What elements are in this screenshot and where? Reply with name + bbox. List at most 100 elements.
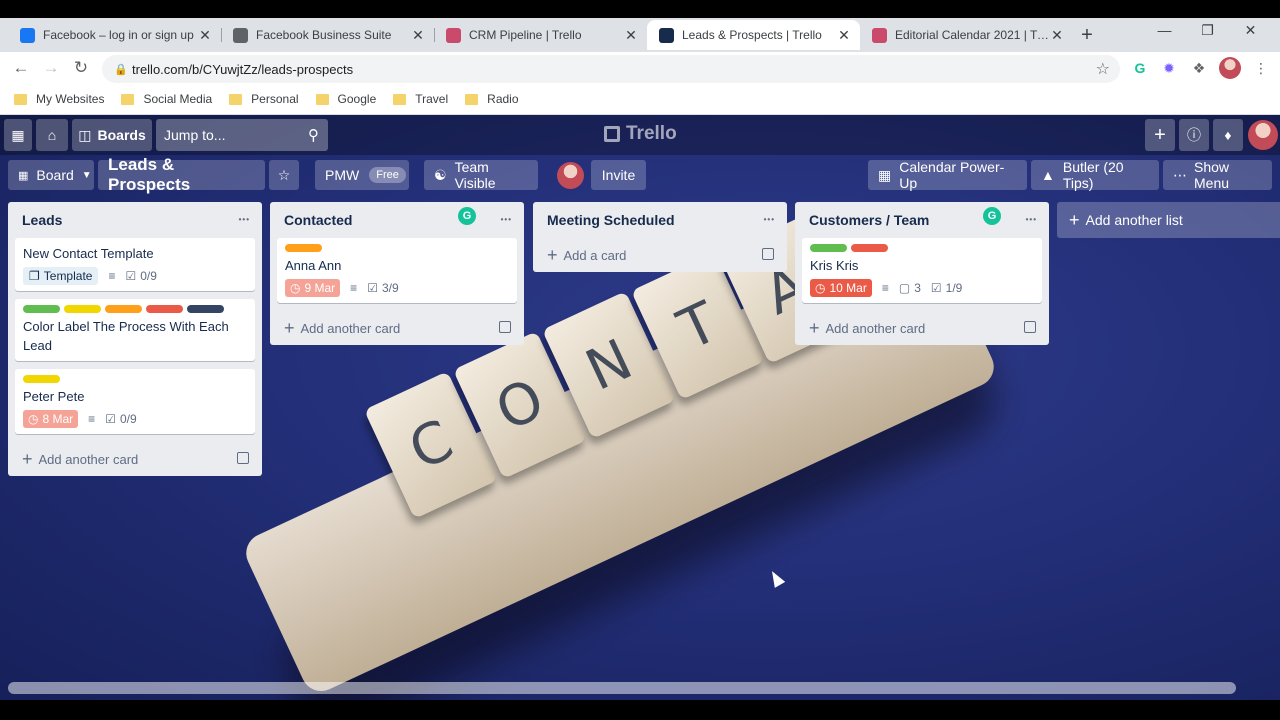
close-tab-icon[interactable]: ✕ [623, 27, 639, 44]
list-header[interactable]: Meeting Scheduled ••• [533, 202, 787, 238]
restore-icon[interactable]: ❐ [1186, 22, 1229, 39]
browser-tab-0[interactable]: Facebook – log in or sign up ✕ [8, 20, 221, 50]
browser-tab-3[interactable]: Leads & Prospects | Trello ✕ [647, 20, 860, 50]
board-horizontal-scrollbar[interactable] [8, 682, 1236, 694]
bookmark-folder[interactable]: Radio [465, 92, 519, 106]
list-header[interactable]: Customers / Team ••• G [795, 202, 1049, 238]
puzzle-icon[interactable]: ❖ [1188, 57, 1210, 79]
card-label[interactable] [187, 305, 224, 313]
back-icon[interactable]: ← [6, 58, 36, 78]
list-card[interactable]: Color Label The Process With Each Lead [15, 299, 255, 361]
jump-to-search[interactable]: Jump to... ⚲ [156, 119, 328, 151]
star-board-icon[interactable]: ☆ [269, 160, 299, 190]
create-from-template-icon[interactable] [1024, 321, 1036, 333]
list-menu-icon[interactable]: ••• [1026, 215, 1037, 224]
add-card-button[interactable]: + Add a card [533, 238, 787, 272]
browser-tab-4[interactable]: Editorial Calendar 2021 | Trello ✕ [860, 20, 1073, 50]
team-plan-badge: Free [369, 167, 406, 183]
member-avatar[interactable] [1248, 120, 1278, 150]
add-card-button[interactable]: + Add another card [795, 311, 1049, 345]
board-view-switcher[interactable]: ▦ Board ▼ [8, 160, 94, 190]
list-title[interactable]: Contacted [284, 212, 352, 228]
card-label[interactable] [810, 244, 847, 252]
folder-icon [465, 93, 479, 105]
invite-button[interactable]: Invite [591, 160, 646, 190]
close-tab-icon[interactable]: ✕ [1049, 27, 1065, 44]
create-plus-icon[interactable]: + [1145, 119, 1175, 151]
card-label[interactable] [64, 305, 101, 313]
more-dots-icon: ⋯ [1173, 166, 1187, 183]
apps-grid-icon[interactable]: ▦ [4, 119, 32, 151]
home-icon[interactable]: ⌂ [36, 119, 68, 151]
plus-icon: + [809, 317, 820, 338]
list-header[interactable]: Contacted ••• G [270, 202, 524, 238]
add-card-button[interactable]: + Add another card [270, 311, 524, 345]
card-labels [810, 244, 1034, 252]
bookmark-folder[interactable]: Personal [229, 92, 299, 106]
template-badge: ❐ Template [23, 267, 99, 285]
list-card[interactable]: New Contact Template ❐ Template ≡ ☑ 0/9 [15, 238, 255, 291]
list-title[interactable]: Meeting Scheduled [547, 212, 675, 228]
list-header[interactable]: Leads ••• [8, 202, 262, 238]
bookmark-folder[interactable]: My Websites [14, 92, 104, 106]
list-card[interactable]: Anna Ann ◷ 9 Mar ≡ ☑ 3/9 [277, 238, 517, 303]
team-name: PMW [325, 167, 360, 183]
folder-icon [315, 93, 329, 105]
profile-avatar[interactable] [1219, 57, 1241, 79]
browser-tab-1[interactable]: Facebook Business Suite ✕ [221, 20, 434, 50]
due-date-badge[interactable]: ◷ 10 Mar [810, 279, 872, 297]
kebab-menu-icon[interactable]: ⋮ [1250, 57, 1272, 79]
bookmark-folder[interactable]: Social Media [121, 92, 212, 106]
close-tab-icon[interactable]: ✕ [410, 27, 426, 44]
info-icon[interactable]: ⓘ [1179, 119, 1209, 151]
butler-button[interactable]: ▲ Butler (20 Tips) [1031, 159, 1159, 191]
bookmark-folder[interactable]: Google [315, 92, 376, 106]
add-list-button[interactable]: + Add another list [1057, 202, 1280, 238]
board-member-avatar[interactable] [557, 162, 584, 189]
list-card[interactable]: Peter Pete ◷ 8 Mar ≡ ☑ 0/9 [15, 369, 255, 434]
add-card-button[interactable]: + Add another card [8, 442, 262, 476]
list-menu-icon[interactable]: ••• [764, 215, 775, 224]
card-label[interactable] [146, 305, 183, 313]
show-menu-button[interactable]: ⋯ Show Menu [1163, 159, 1272, 191]
grammarly-icon[interactable]: G [458, 207, 476, 225]
close-window-icon[interactable]: ✕ [1229, 22, 1272, 39]
boards-button[interactable]: ◫ Boards [72, 119, 152, 151]
grammarly-extension-icon[interactable]: G [1129, 57, 1151, 79]
visibility-button[interactable]: ☯ Team Visible [424, 159, 538, 191]
reload-icon[interactable]: ↻ [66, 58, 96, 78]
notifications-bell-icon[interactable]: ♦ [1213, 119, 1243, 151]
list-menu-icon[interactable]: ••• [239, 215, 250, 224]
due-date-badge[interactable]: ◷ 8 Mar [23, 410, 79, 428]
close-tab-icon[interactable]: ✕ [197, 27, 213, 44]
minimize-icon[interactable]: — [1143, 22, 1186, 39]
list-card[interactable]: Kris Kris ◷ 10 Mar ≡ ▢ 3 ☑ 1/9 [802, 238, 1042, 303]
grammarly-icon[interactable]: G [983, 207, 1001, 225]
list-menu-icon[interactable]: ••• [501, 215, 512, 224]
card-label[interactable] [105, 305, 142, 313]
new-tab-icon[interactable]: + [1073, 20, 1101, 50]
browser-tab-2[interactable]: CRM Pipeline | Trello ✕ [434, 20, 647, 50]
card-badges: ◷ 8 Mar ≡ ☑ 0/9 [23, 410, 247, 428]
close-tab-icon[interactable]: ✕ [836, 27, 852, 44]
bookmark-folder[interactable]: Travel [393, 92, 448, 106]
board-title[interactable]: Leads & Prospects [98, 155, 265, 194]
list-title[interactable]: Customers / Team [809, 212, 929, 228]
forward-icon[interactable]: → [36, 58, 66, 78]
card-label[interactable] [285, 244, 322, 252]
bookmark-label: Personal [251, 92, 299, 106]
due-date-badge[interactable]: ◷ 9 Mar [285, 279, 341, 297]
extension-icon[interactable]: ✹ [1158, 57, 1180, 79]
create-from-template-icon[interactable] [762, 248, 774, 260]
trello-logo[interactable]: Trello [604, 123, 677, 145]
card-label[interactable] [851, 244, 888, 252]
card-label[interactable] [23, 305, 60, 313]
card-label[interactable] [23, 375, 60, 383]
create-from-template-icon[interactable] [237, 452, 249, 464]
team-button[interactable]: PMW Free [315, 160, 409, 190]
address-bar[interactable]: 🔒 trello.com/b/CYuwjtZz/leads-prospects … [102, 55, 1120, 83]
bookmark-star-icon[interactable]: ☆ [1096, 59, 1110, 79]
list-title[interactable]: Leads [22, 212, 62, 228]
calendar-powerup-button[interactable]: ▦ Calendar Power-Up [868, 159, 1027, 191]
create-from-template-icon[interactable] [499, 321, 511, 333]
